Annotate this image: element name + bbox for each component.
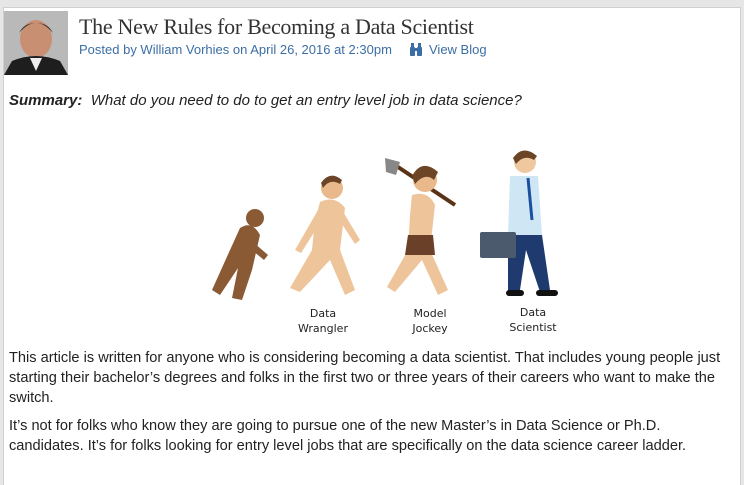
caption-line: Scientist (509, 321, 557, 334)
summary-text: What do you need to do to get an entry l… (90, 92, 522, 109)
caption-data-wrangler: Data Wrangler (288, 306, 358, 336)
caption-line: Data (309, 307, 337, 320)
data-scientist-figure (480, 150, 558, 296)
caption-line: Data (519, 306, 547, 319)
summary: Summary: What do you need to do to get a… (9, 92, 522, 109)
post-meta: Posted by William Vorhies on April 26, 2… (79, 42, 392, 57)
view-blog-label: View Blog (429, 42, 487, 57)
caption-line: Jockey (412, 322, 448, 335)
body-paragraph-1: This article is written for anyone who i… (9, 350, 721, 406)
author-photo (4, 11, 68, 75)
caption-model-jockey: Model Jockey (395, 306, 465, 336)
author-avatar[interactable] (4, 11, 68, 75)
view-blog-link[interactable]: View Blog (409, 42, 487, 57)
evolution-figures (212, 150, 558, 300)
summary-label: Summary: (9, 92, 83, 109)
body-paragraph-2: It’s not for folks who know they are goi… (9, 418, 687, 454)
evolution-illustration: Data Wrangler Model Jockey Data Scientis… (190, 150, 580, 340)
post-title[interactable]: The New Rules for Becoming a Data Scient… (79, 14, 474, 40)
data-wrangler-figure (290, 175, 360, 295)
binoculars-icon (410, 43, 422, 56)
model-jockey-figure (385, 158, 457, 295)
caption-line: Wrangler (298, 322, 348, 335)
caption-data-scientist: Data Scientist (498, 305, 568, 335)
caption-line: Model (413, 307, 447, 320)
ape-figure (212, 209, 268, 300)
